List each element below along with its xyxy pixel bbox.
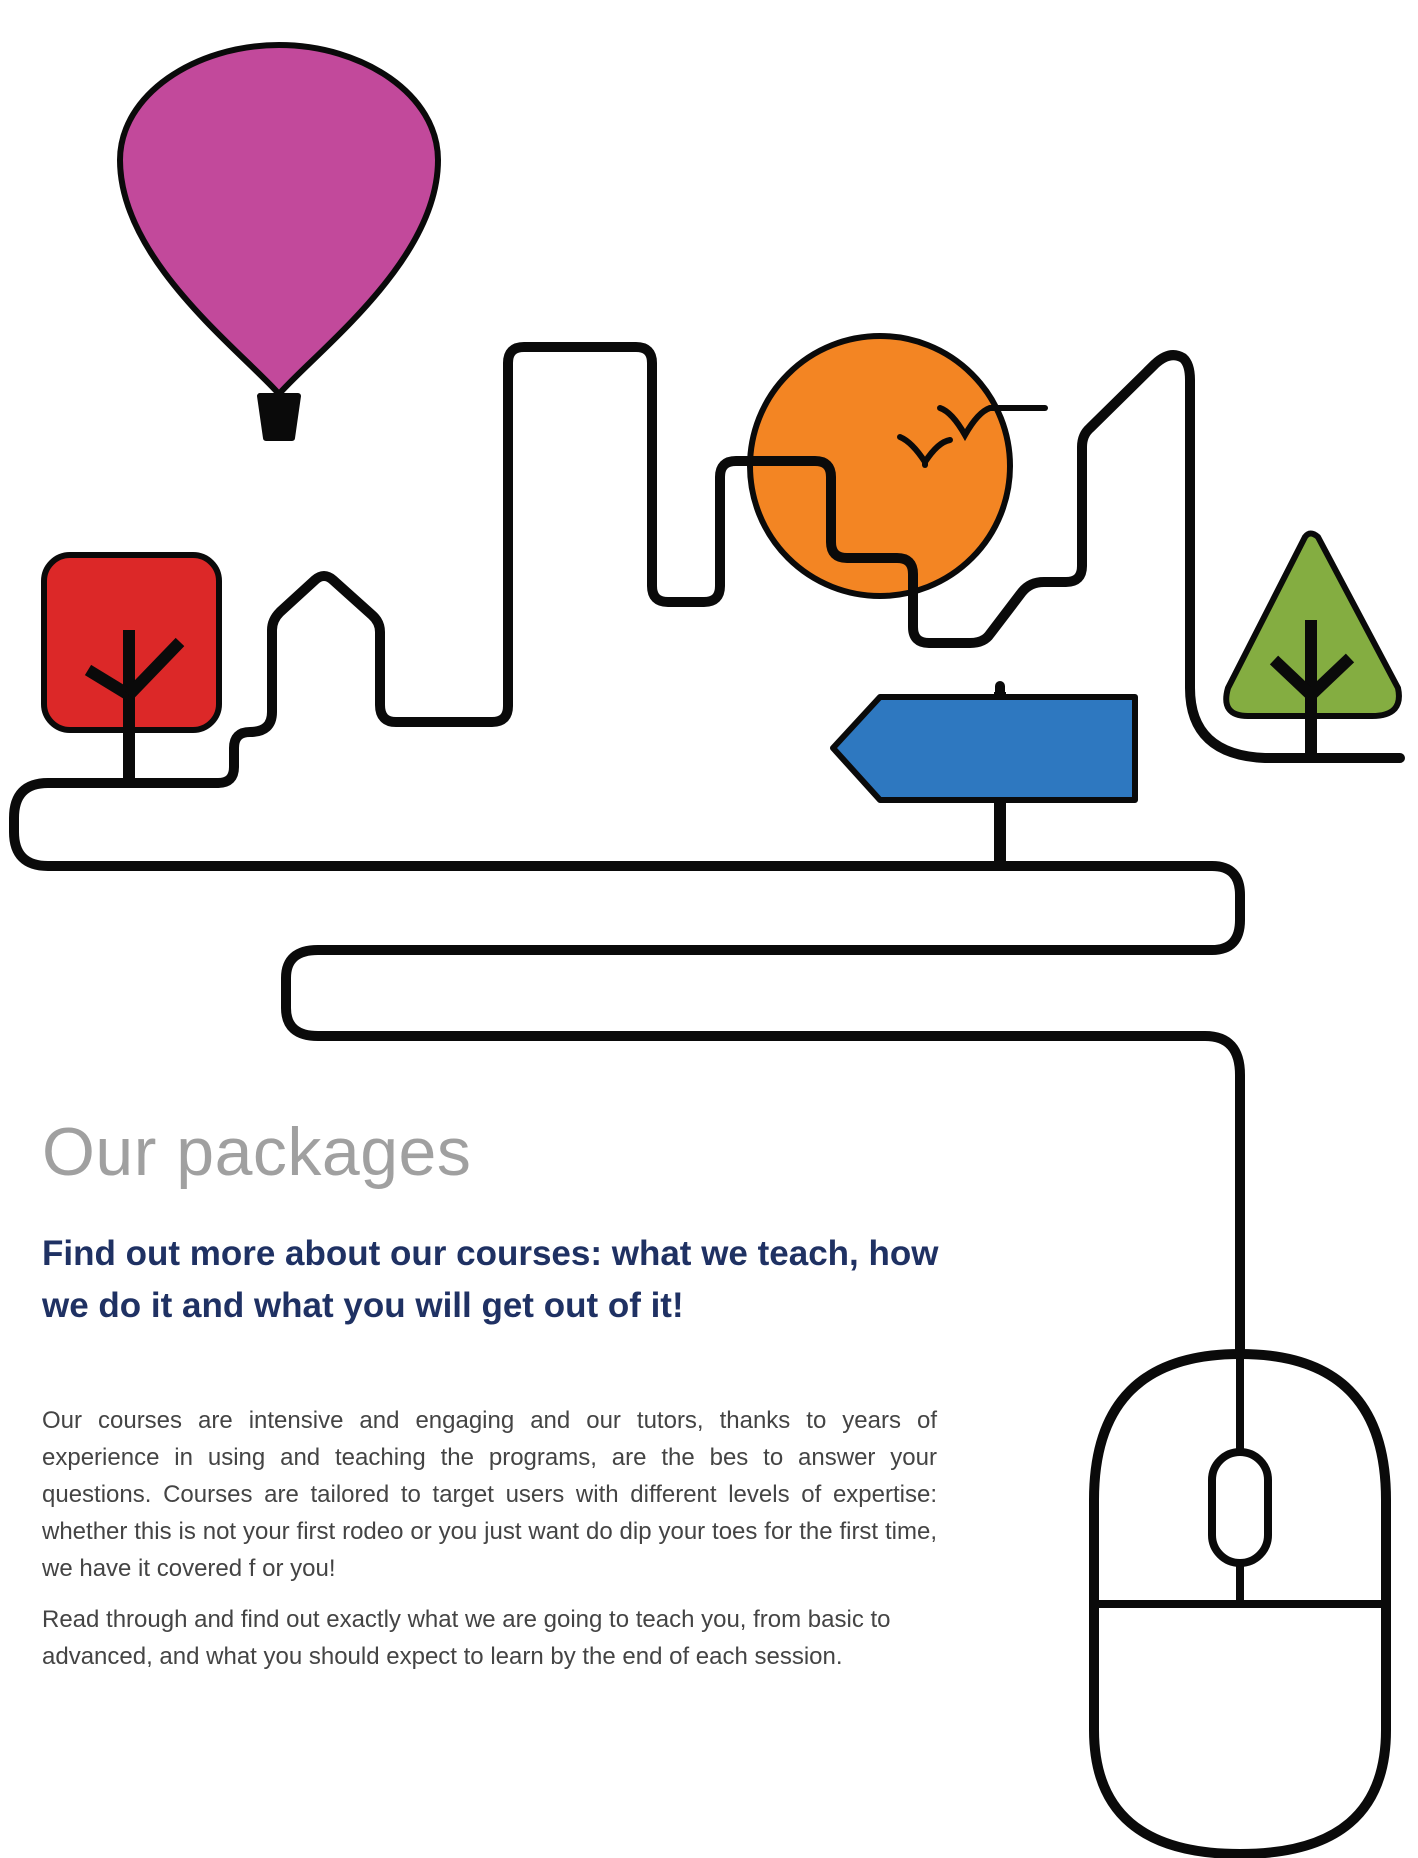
computer-mouse-icon — [1089, 1348, 1391, 1858]
green-tree-icon — [1223, 530, 1402, 760]
red-tree-icon — [41, 552, 222, 785]
intro-text-block: Our packages Find out more about our cou… — [42, 1110, 942, 1675]
page-subtitle: Find out more about our courses: what we… — [42, 1234, 939, 1325]
signpost-icon — [830, 681, 1138, 870]
intro-paragraph: Our courses are intensive and engaging a… — [42, 1407, 937, 1582]
balloon-envelope — [117, 42, 441, 397]
read-through-paragraph: Read through and find out exactly what w… — [42, 1606, 891, 1670]
page-title: Our packages — [42, 1114, 472, 1190]
balloon-basket — [257, 393, 301, 441]
hot-air-balloon-icon — [117, 42, 441, 441]
